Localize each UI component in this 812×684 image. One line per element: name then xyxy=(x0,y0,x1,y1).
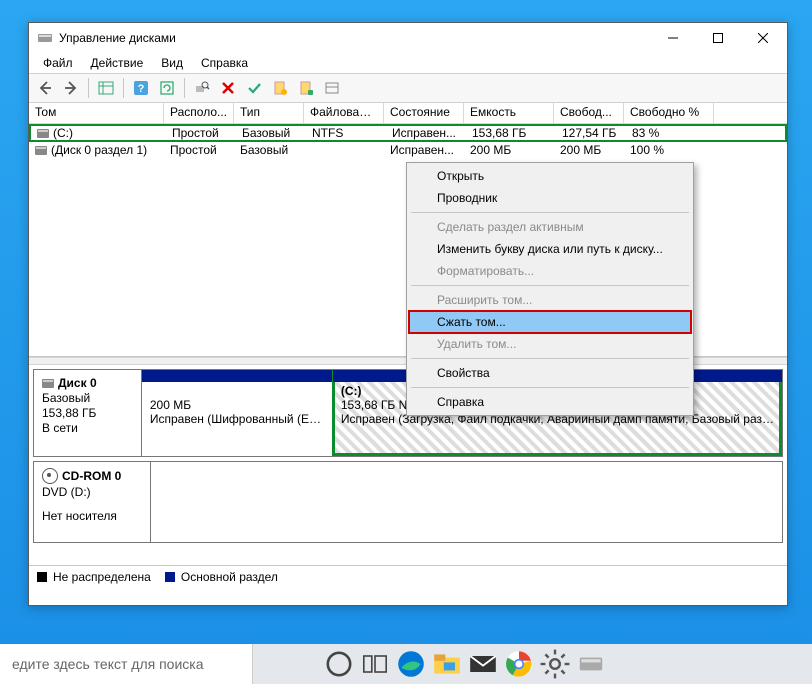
disk-icon xyxy=(42,379,54,388)
check-icon[interactable] xyxy=(242,76,266,100)
scope-button[interactable] xyxy=(94,76,118,100)
toolbar: ? xyxy=(29,73,787,103)
menu-file[interactable]: Файл xyxy=(35,54,81,72)
vol-name: (C:) xyxy=(53,126,73,140)
menubar: Файл Действие Вид Справка xyxy=(29,53,787,73)
svg-text:?: ? xyxy=(138,83,145,95)
forward-button[interactable] xyxy=(59,76,83,100)
ctx-shrink[interactable]: Сжать том... xyxy=(409,311,691,333)
menu-action[interactable]: Действие xyxy=(83,54,152,72)
ctx-format: Форматировать... xyxy=(409,260,691,282)
cdrom-label[interactable]: CD-ROM 0 DVD (D:) Нет носителя xyxy=(34,462,151,542)
maximize-button[interactable] xyxy=(695,24,740,53)
ctx-change-letter[interactable]: Изменить букву диска или путь к диску... xyxy=(409,238,691,260)
partition-efi[interactable]: 200 МБ Исправен (Шифрованный (EFI) … xyxy=(142,370,332,456)
minimize-button[interactable] xyxy=(650,24,695,53)
table-row[interactable]: (Диск 0 раздел 1) Простой Базовый Исправ… xyxy=(29,142,787,158)
volume-icon xyxy=(37,129,49,138)
help-icon[interactable]: ? xyxy=(129,76,153,100)
vol-name: (Диск 0 раздел 1) xyxy=(51,143,147,157)
legend-unallocated: Не распределена xyxy=(53,570,151,584)
menu-help[interactable]: Справка xyxy=(193,54,256,72)
settings-icon[interactable] xyxy=(539,648,571,680)
delete-icon[interactable] xyxy=(216,76,240,100)
scan-icon[interactable] xyxy=(190,76,214,100)
ctx-make-active: Сделать раздел активным xyxy=(409,216,691,238)
ctx-extend: Расширить том... xyxy=(409,289,691,311)
col-capacity[interactable]: Емкость xyxy=(464,103,554,123)
cdrom-row: CD-ROM 0 DVD (D:) Нет носителя xyxy=(33,461,783,543)
ctx-open[interactable]: Открыть xyxy=(409,165,691,187)
swatch-unallocated xyxy=(37,572,47,582)
cortana-icon[interactable] xyxy=(323,648,355,680)
volume-icon xyxy=(35,146,47,155)
new-icon[interactable] xyxy=(268,76,292,100)
table-header: Том Располо... Тип Файловая с... Состоян… xyxy=(29,103,787,124)
titlebar: Управление дисками xyxy=(29,23,787,53)
ctx-help[interactable]: Справка xyxy=(409,391,691,413)
col-filesystem[interactable]: Файловая с... xyxy=(304,103,384,123)
swatch-primary xyxy=(165,572,175,582)
refresh-icon[interactable] xyxy=(155,76,179,100)
mail-icon[interactable] xyxy=(467,648,499,680)
back-button[interactable] xyxy=(33,76,57,100)
col-free[interactable]: Свобод... xyxy=(554,103,624,123)
edge-icon[interactable] xyxy=(395,648,427,680)
legend-primary: Основной раздел xyxy=(181,570,278,584)
search-input[interactable]: едите здесь текст для поиска xyxy=(0,644,253,684)
col-layout[interactable]: Располо... xyxy=(164,103,234,123)
menu-view[interactable]: Вид xyxy=(153,54,191,72)
taskview-icon[interactable] xyxy=(359,648,391,680)
ctx-delete: Удалить том... xyxy=(409,333,691,355)
explorer-icon[interactable] xyxy=(431,648,463,680)
col-volume[interactable]: Том xyxy=(29,103,164,123)
close-button[interactable] xyxy=(740,24,785,53)
disk0-label[interactable]: Диск 0 Базовый 153,88 ГБ В сети xyxy=(34,370,142,456)
ctx-properties[interactable]: Свойства xyxy=(409,362,691,384)
context-menu: Открыть Проводник Сделать раздел активны… xyxy=(406,162,694,416)
window-title: Управление дисками xyxy=(59,31,176,45)
app-icon xyxy=(37,30,53,46)
chrome-icon[interactable] xyxy=(503,648,535,680)
taskbar: едите здесь текст для поиска xyxy=(0,644,812,684)
table-row[interactable]: (C:) Простой Базовый NTFS Исправен... 15… xyxy=(29,124,787,142)
col-status[interactable]: Состояние xyxy=(384,103,464,123)
add-icon[interactable] xyxy=(294,76,318,100)
col-percent-free[interactable]: Свободно % xyxy=(624,103,714,123)
cdrom-icon xyxy=(42,468,58,484)
legend: Не распределена Основной раздел xyxy=(29,565,787,588)
diskmgmt-taskbar-icon[interactable] xyxy=(575,648,607,680)
view-icon[interactable] xyxy=(320,76,344,100)
col-type[interactable]: Тип xyxy=(234,103,304,123)
ctx-explorer[interactable]: Проводник xyxy=(409,187,691,209)
